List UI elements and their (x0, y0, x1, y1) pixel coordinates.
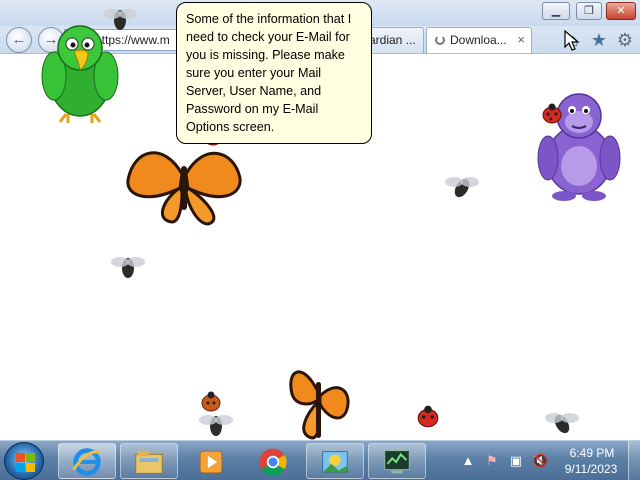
action-center-flag-icon[interactable]: ⚑ (484, 453, 500, 469)
star-icon[interactable]: ★ (588, 29, 610, 51)
tab-close-icon[interactable]: × (517, 28, 525, 52)
taskbar-media-player[interactable] (182, 443, 240, 479)
minimize-button[interactable]: ▁ (542, 2, 570, 20)
media-player-icon (199, 450, 223, 474)
fly-icon (545, 413, 579, 434)
tab-label: ardian ... (369, 33, 416, 47)
mouse-cursor-icon (564, 30, 580, 51)
gear-icon[interactable]: ⚙ (614, 29, 636, 51)
taskbar: ▲ ⚑ ▣ 🔇 6:49 PM 9/11/2023 (0, 440, 640, 480)
volume-muted-icon[interactable]: 🔇 (532, 453, 548, 469)
taskbar-internet-explorer[interactable] (58, 443, 116, 479)
internet-explorer-icon (72, 448, 101, 476)
start-button[interactable] (4, 442, 44, 480)
taskbar-photo-gallery[interactable] (306, 443, 364, 479)
tab-downloads[interactable]: Downloa... × (426, 27, 532, 53)
chrome-icon (259, 448, 287, 476)
speech-balloon: Some of the information that I need to c… (176, 2, 372, 144)
close-window-button[interactable]: ✕ (606, 2, 636, 20)
loading-spinner-icon (435, 35, 445, 45)
taskbar-file-explorer[interactable] (120, 443, 178, 479)
fly-icon (199, 415, 233, 436)
parrot-character[interactable] (38, 18, 122, 128)
fly-icon (111, 257, 145, 278)
maximize-button[interactable]: ❐ (576, 2, 602, 20)
photo-gallery-icon (322, 451, 348, 473)
file-explorer-icon (135, 450, 163, 474)
fly-icon (445, 177, 479, 198)
taskbar-chrome[interactable] (244, 443, 302, 479)
network-icon[interactable]: ▣ (508, 453, 524, 469)
back-icon[interactable]: ← (6, 27, 32, 53)
balloon-text: Some of the information that I need to c… (186, 12, 352, 134)
ladybug-icon (417, 405, 439, 428)
taskbar-network-monitor[interactable] (368, 443, 426, 479)
clock-date[interactable]: 9/11/2023 (558, 462, 624, 476)
show-hidden-icons-icon[interactable]: ▲ (460, 453, 476, 469)
show-desktop-button[interactable] (628, 441, 640, 480)
desktop-screen: ▁ ❐ ✕ ← → https://www.m ardian ... Downl… (0, 0, 640, 480)
ladybug-icon (542, 103, 562, 124)
network-monitor-icon (384, 450, 410, 474)
windows-logo-icon (16, 453, 25, 462)
butterfly-icon (126, 151, 242, 226)
butterfly-icon (289, 370, 350, 440)
tab-label: Downloa... (450, 33, 507, 47)
clock-time[interactable]: 6:49 PM (562, 446, 622, 460)
